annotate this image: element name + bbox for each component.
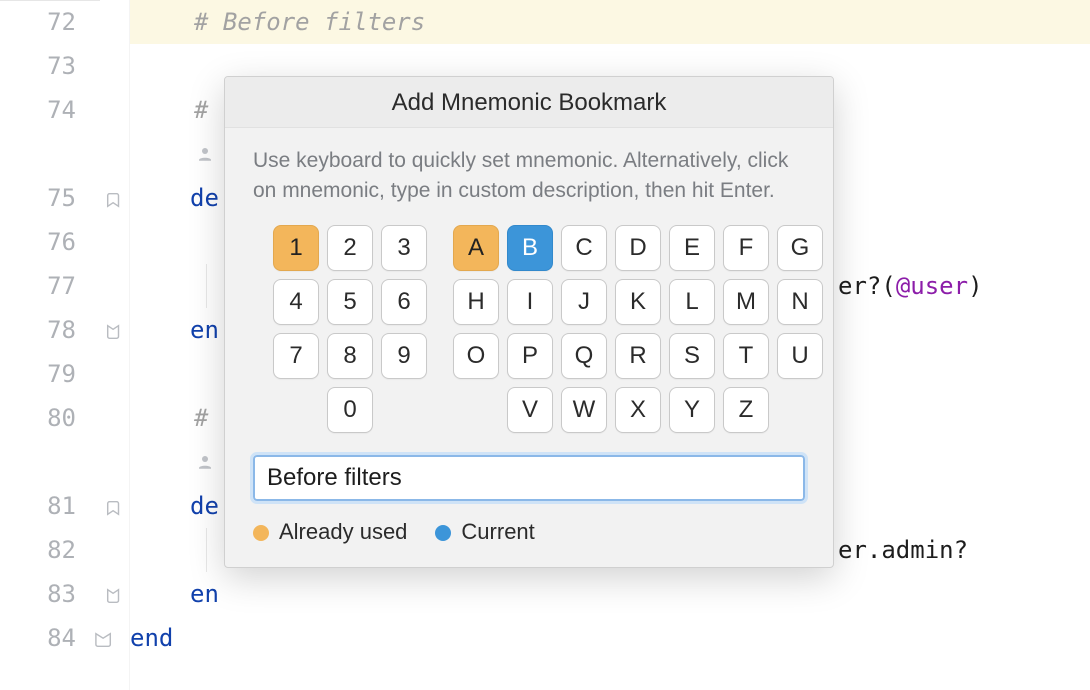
dialog-instructions: Use keyboard to quickly set mnemonic. Al… (253, 146, 805, 207)
legend-dot-used-icon (253, 525, 269, 541)
fold-close-icon[interactable] (104, 586, 124, 606)
line-number: 84 (0, 616, 100, 660)
line-number: 73 (0, 44, 100, 88)
keyword: en (190, 316, 219, 344)
keyword: de (190, 184, 219, 212)
line-number: 77 (0, 264, 100, 308)
mnemonic-key-T[interactable]: T (723, 333, 769, 379)
comment-text: # (194, 404, 223, 432)
line-number: 79 (0, 352, 100, 396)
comment-text: # (194, 96, 223, 124)
mnemonic-key-7[interactable]: 7 (273, 333, 319, 379)
mnemonic-key-C[interactable]: C (561, 225, 607, 271)
legend-current: Current (435, 519, 534, 545)
mnemonic-key-P[interactable]: P (507, 333, 553, 379)
paren: ( (881, 272, 895, 300)
keyword: de (190, 492, 219, 520)
fold-open-icon[interactable] (104, 190, 124, 210)
editor-root: 72 73 74 75 76 77 78 79 80 81 82 83 84 (0, 0, 1090, 690)
code-line[interactable]: en (130, 572, 1090, 616)
mnemonic-key-2[interactable]: 2 (327, 225, 373, 271)
comment-text: # Before filters (194, 8, 425, 36)
line-number: 75 (0, 176, 100, 220)
line-number: 81 (0, 484, 100, 528)
mnemonic-key-U[interactable]: U (777, 333, 823, 379)
mnemonic-key-V[interactable]: V (507, 387, 553, 433)
code-line[interactable]: end (130, 616, 1090, 660)
fold-end-icon[interactable] (94, 630, 114, 650)
code-text: er.admin? (838, 536, 968, 564)
keyword: end (130, 624, 173, 652)
mnemonic-key-A[interactable]: A (453, 225, 499, 271)
fold-open-icon[interactable] (104, 498, 124, 518)
legend-dot-current-icon (435, 525, 451, 541)
mnemonic-key-1[interactable]: 1 (273, 225, 319, 271)
mnemonic-key-G[interactable]: G (777, 225, 823, 271)
line-number: 83 (0, 572, 100, 616)
legend-used-label: Already used (279, 519, 407, 544)
mnemonic-key-Y[interactable]: Y (669, 387, 715, 433)
line-number: 72 (0, 0, 100, 44)
mnemonic-key-Z[interactable]: Z (723, 387, 769, 433)
mnemonic-key-O[interactable]: O (453, 333, 499, 379)
fold-column (100, 0, 130, 690)
line-number: 80 (0, 396, 100, 440)
mnemonic-key-D[interactable]: D (615, 225, 661, 271)
digit-keys-grid: 123 456 7890 (273, 225, 427, 433)
mnemonic-key-F[interactable]: F (723, 225, 769, 271)
mnemonic-key-I[interactable]: I (507, 279, 553, 325)
line-number: 82 (0, 528, 100, 572)
mnemonic-key-area: 1234567890 ABCDEFGHIJKLMNOPQRSTUVWXYZ (273, 225, 805, 433)
mnemonic-key-M[interactable]: M (723, 279, 769, 325)
fold-close-icon[interactable] (104, 322, 124, 342)
mnemonic-key-B[interactable]: B (507, 225, 553, 271)
legend: Already used Current (253, 519, 805, 545)
instance-var: @user (896, 272, 968, 300)
mnemonic-key-5[interactable]: 5 (327, 279, 373, 325)
mnemonic-key-4[interactable]: 4 (273, 279, 319, 325)
legend-used: Already used (253, 519, 407, 545)
line-number: 76 (0, 220, 100, 264)
line-number-gutter: 72 73 74 75 76 77 78 79 80 81 82 83 84 (0, 0, 100, 690)
mnemonic-bookmark-dialog: Add Mnemonic Bookmark Use keyboard to qu… (224, 76, 834, 568)
keyword: en (190, 580, 219, 608)
mnemonic-key-W[interactable]: W (561, 387, 607, 433)
line-number: 78 (0, 308, 100, 352)
mnemonic-key-8[interactable]: 8 (327, 333, 373, 379)
mnemonic-key-6[interactable]: 6 (381, 279, 427, 325)
mnemonic-key-H[interactable]: H (453, 279, 499, 325)
mnemonic-key-E[interactable]: E (669, 225, 715, 271)
dialog-title: Add Mnemonic Bookmark (225, 77, 833, 128)
code-line[interactable]: # Before filters (130, 0, 1090, 44)
paren: ) (968, 272, 982, 300)
legend-current-label: Current (461, 519, 534, 544)
mnemonic-key-X[interactable]: X (615, 387, 661, 433)
indent-guide (206, 528, 207, 572)
description-input[interactable] (253, 455, 805, 501)
mnemonic-key-J[interactable]: J (561, 279, 607, 325)
mnemonic-key-L[interactable]: L (669, 279, 715, 325)
mnemonic-key-0[interactable]: 0 (327, 387, 373, 433)
indent-guide (206, 264, 207, 308)
author-annotation-icon[interactable] (196, 453, 214, 471)
mnemonic-key-S[interactable]: S (669, 333, 715, 379)
line-number: 74 (0, 88, 100, 132)
dialog-body: Use keyboard to quickly set mnemonic. Al… (225, 128, 833, 567)
letter-keys-grid: ABCDEFG HIJKLMN OPQRSTU VWXYZ (453, 225, 823, 433)
mnemonic-key-N[interactable]: N (777, 279, 823, 325)
author-annotation-icon[interactable] (196, 145, 214, 163)
mnemonic-key-K[interactable]: K (615, 279, 661, 325)
mnemonic-key-3[interactable]: 3 (381, 225, 427, 271)
mnemonic-key-Q[interactable]: Q (561, 333, 607, 379)
code-text: er? (838, 272, 881, 300)
mnemonic-key-9[interactable]: 9 (381, 333, 427, 379)
mnemonic-key-R[interactable]: R (615, 333, 661, 379)
